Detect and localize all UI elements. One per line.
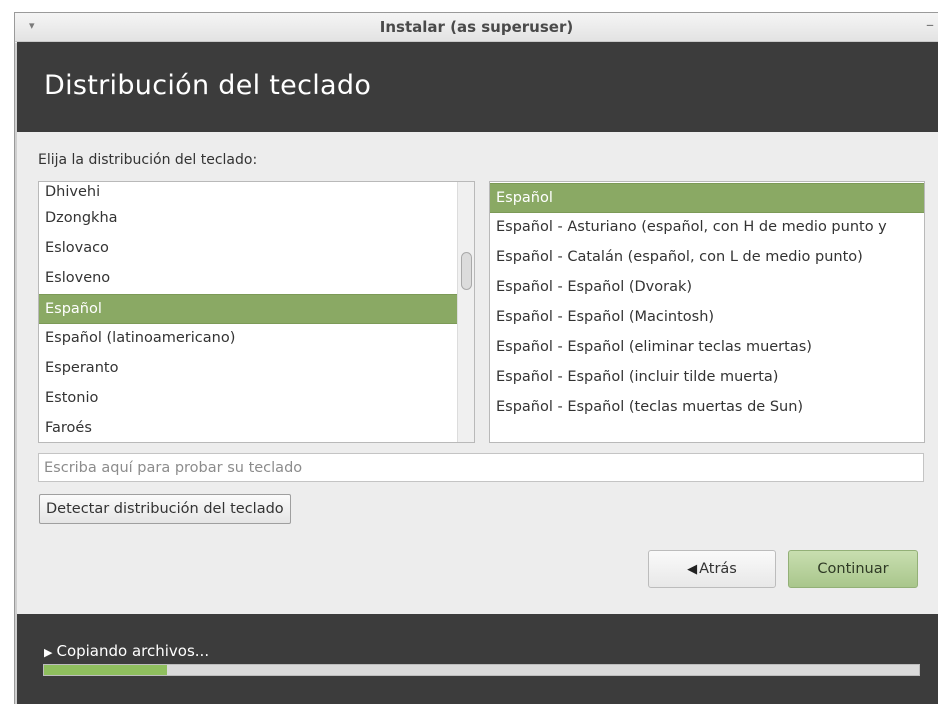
keyboard-variant-list[interactable]: Español Español - Asturiano (español, con… <box>489 181 925 443</box>
page-header: Distribución del teclado <box>17 42 938 132</box>
back-button-label: Atrás <box>699 561 737 577</box>
variant-list-item[interactable]: Español - Asturiano (español, con H de m… <box>490 213 924 243</box>
layout-list-item[interactable]: Faroés <box>39 414 457 442</box>
layout-list-item[interactable]: Esperanto <box>39 354 457 384</box>
variant-list-item[interactable]: Español - Español (eliminar teclas muert… <box>490 333 924 363</box>
layout-list-item[interactable]: Estonio <box>39 384 457 414</box>
layout-list-item[interactable]: Español <box>39 294 457 324</box>
detect-layout-button[interactable]: Detectar distribución del teclado <box>39 494 291 524</box>
progress-bar <box>43 664 920 676</box>
status-footer: ▶ Copiando archivos... <box>17 614 938 704</box>
scrollbar-thumb[interactable] <box>461 252 472 290</box>
page-title: Distribución del teclado <box>44 70 372 101</box>
layout-list-item[interactable]: Dhivehi <box>39 182 457 204</box>
variant-list-item[interactable]: Español - Español (incluir tilde muerta) <box>490 363 924 393</box>
variant-list-item[interactable]: Español - Español (Dvorak) <box>490 273 924 303</box>
keyboard-layout-list[interactable]: Dhivehi Dzongkha Eslovaco Esloveno Español Es… <box>38 181 475 443</box>
progress-bar-fill <box>44 665 167 675</box>
installer-window: ▾ Instalar (as superuser) – Distribución… <box>14 12 938 704</box>
variant-list-item[interactable]: Español - Catalán (español, con L de med… <box>490 243 924 273</box>
title-bar[interactable]: ▾ Instalar (as superuser) – <box>15 13 938 42</box>
window-title: Instalar (as superuser) <box>379 18 574 36</box>
progress-status-label: Copiando archivos... <box>56 642 210 660</box>
progress-expander[interactable]: ▶ Copiando archivos... <box>44 642 209 660</box>
left-arrow-icon: ◀ <box>687 562 698 577</box>
variant-list-item[interactable]: Español - Español (teclas muertas de Sun… <box>490 393 924 423</box>
layout-list-scrollbar[interactable] <box>457 182 474 442</box>
minimize-icon[interactable]: – <box>926 15 934 34</box>
layout-list-item[interactable]: Eslovaco <box>39 234 457 264</box>
layout-prompt-label: Elija la distribución del teclado: <box>38 152 258 168</box>
layout-list-item[interactable]: Dzongkha <box>39 204 457 234</box>
layout-list-item[interactable]: Esloveno <box>39 264 457 294</box>
variant-list-item[interactable]: Español <box>490 183 924 213</box>
keyboard-test-input[interactable] <box>38 453 924 482</box>
window-border <box>15 43 17 704</box>
layout-list-item[interactable]: Español (latinoamericano) <box>39 324 457 354</box>
expander-triangle-icon: ▶ <box>44 646 53 659</box>
back-button[interactable]: ◀ Atrás <box>648 550 776 588</box>
continue-button[interactable]: Continuar <box>788 550 918 588</box>
variant-list-item[interactable]: Español - Español (Macintosh) <box>490 303 924 333</box>
